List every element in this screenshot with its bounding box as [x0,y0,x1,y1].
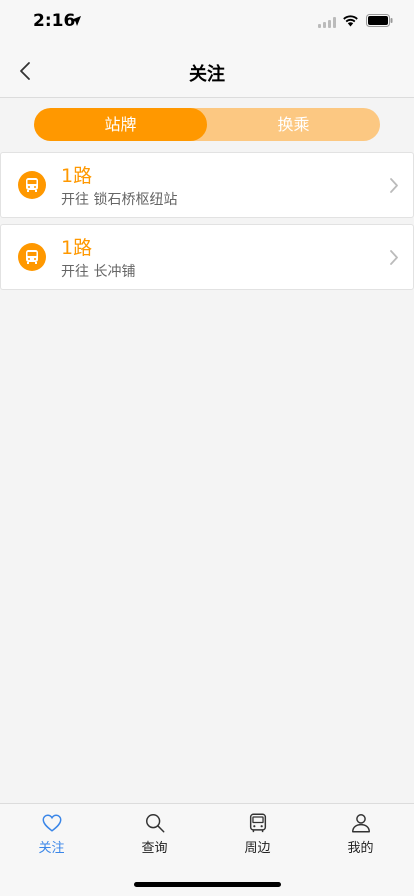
segment-transfer[interactable]: 换乘 [207,108,380,141]
page-title: 关注 [189,64,225,85]
route-direction: 开往 长冲铺 [61,264,136,280]
status-bar: 2:16 [0,0,414,44]
tab-label: 周边 [244,841,271,856]
route-card[interactable]: 1路 开往 锁石桥枢纽站 [0,152,414,218]
route-name: 1路 [61,237,93,259]
battery-icon [366,14,393,27]
location-arrow-icon [71,16,81,26]
search-icon [145,814,164,833]
tab-label: 关注 [38,841,65,856]
user-icon [351,814,370,833]
tab-follow[interactable]: 关注 [0,812,103,862]
route-card[interactable]: 1路 开往 长冲铺 [0,224,414,290]
status-time: 2:16 [33,11,76,31]
chevron-right-icon [390,178,398,193]
bus-icon [26,178,38,192]
route-name: 1路 [61,165,93,187]
route-direction: 开往 锁石桥枢纽站 [61,192,178,208]
tab-profile[interactable]: 我的 [309,812,412,862]
heart-icon [42,814,61,832]
signal-icon [318,17,336,28]
chevron-right-icon [390,250,398,265]
tab-search[interactable]: 查询 [103,812,206,862]
segmented-control: 站牌 换乘 [34,108,380,141]
bus-icon [26,250,38,264]
home-indicator [134,882,281,887]
bus-badge [18,171,46,199]
bus-icon [249,813,266,833]
tab-nearby[interactable]: 周边 [206,812,309,862]
tab-label: 查询 [141,841,168,856]
segment-stops[interactable]: 站牌 [34,108,207,141]
tab-label: 我的 [347,841,374,856]
nav-bar: 关注 [0,44,414,98]
wifi-icon [343,15,358,27]
bus-badge [18,243,46,271]
